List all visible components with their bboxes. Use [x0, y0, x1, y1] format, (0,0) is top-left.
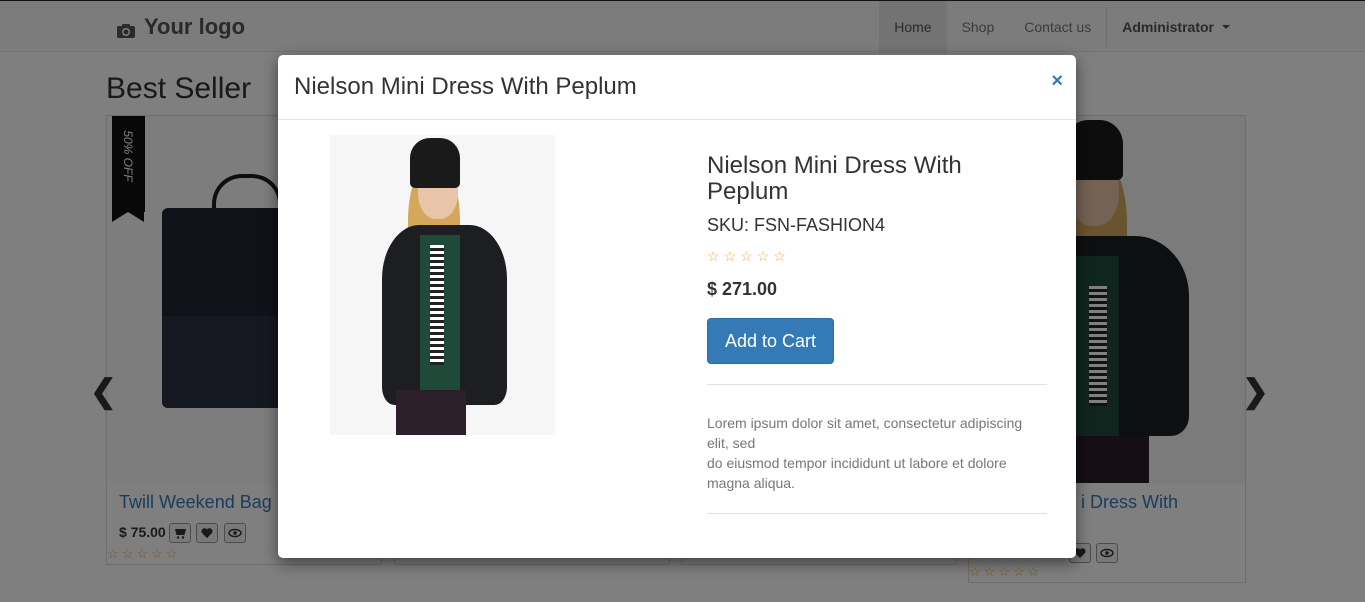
model-illustration	[330, 135, 555, 435]
product-price: $ 271.00	[707, 279, 778, 299]
product-image	[330, 135, 555, 435]
add-to-cart-button[interactable]: Add to Cart	[707, 318, 835, 364]
description-line: do eiusmod tempor incididunt ut labore e…	[707, 455, 1011, 491]
product-description: Lorem ipsum dolor sit amet, consectetur …	[707, 413, 1047, 493]
quickview-modal: Nielson Mini Dress With Peplum × Nielson…	[278, 55, 1076, 558]
product-rating: ☆☆☆☆☆	[707, 248, 1047, 265]
divider	[707, 513, 1047, 514]
star-icon: ☆	[740, 248, 753, 264]
product-info: Nielson Mini Dress With Peplum SKU: FSN-…	[707, 153, 1047, 514]
star-icon: ☆	[707, 248, 720, 264]
star-icon: ☆	[773, 248, 786, 264]
star-icon: ☆	[723, 248, 737, 264]
description-line: Lorem ipsum dolor sit amet, consectetur …	[707, 415, 1027, 451]
modal-title: Nielson Mini Dress With Peplum	[294, 73, 637, 100]
product-sku: SKU: FSN-FASHION4	[707, 215, 886, 235]
product-name: Nielson Mini Dress With Peplum	[707, 152, 962, 205]
divider	[707, 384, 1047, 385]
close-icon[interactable]: ×	[1051, 70, 1063, 93]
modal-header: Nielson Mini Dress With Peplum ×	[278, 55, 1076, 120]
star-icon: ☆	[756, 248, 770, 264]
